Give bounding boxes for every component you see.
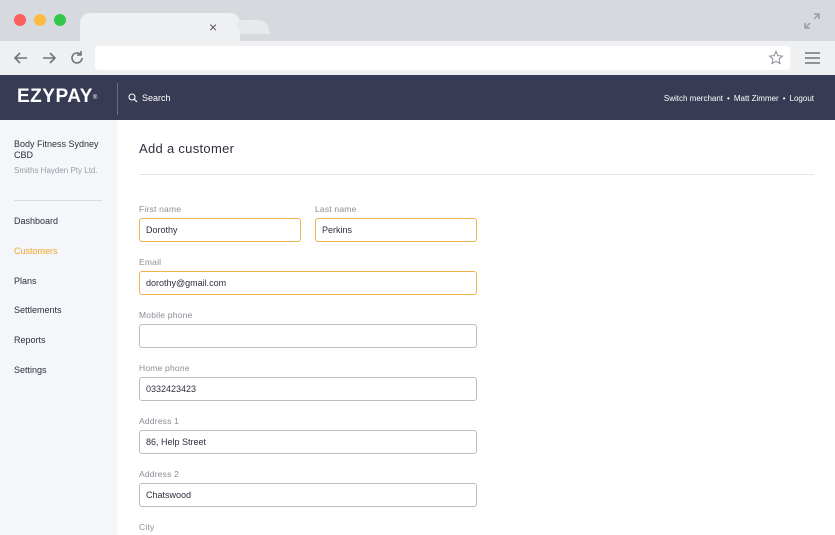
window-maximize-button[interactable] (54, 14, 66, 26)
sidebar-item-customers[interactable]: Customers (14, 245, 58, 257)
brand-registered-mark: ® (92, 95, 98, 101)
address-1-field[interactable] (139, 430, 477, 454)
address-bar[interactable] (95, 46, 790, 70)
last-name-field[interactable] (315, 218, 477, 242)
window-close-button[interactable] (14, 14, 26, 26)
logout-link[interactable]: Logout (790, 94, 814, 103)
header-separator: • (727, 94, 730, 103)
sidebar-item-plans[interactable]: Plans (14, 275, 37, 287)
email-label: Email (139, 257, 162, 267)
mobile-phone-field[interactable] (139, 324, 477, 348)
expand-icon[interactable] (803, 12, 821, 30)
city-label: City (139, 522, 155, 532)
brand-logo[interactable]: EZYPAY® (17, 87, 98, 107)
home-phone-label: Home phone (139, 363, 190, 373)
back-arrow-icon[interactable] (12, 49, 30, 67)
switch-merchant-link[interactable]: Switch merchant (664, 94, 723, 103)
email-field[interactable] (139, 271, 477, 295)
sidebar-divider (14, 200, 102, 201)
sidebar-item-reports[interactable]: Reports (14, 334, 46, 346)
star-icon[interactable] (768, 50, 784, 66)
address-1-label: Address 1 (139, 416, 180, 426)
tab-close-icon[interactable]: × (209, 18, 217, 36)
hamburger-menu-icon[interactable] (804, 50, 821, 66)
search-button[interactable]: Search (142, 92, 171, 104)
header-divider (117, 83, 118, 115)
window-minimize-button[interactable] (34, 14, 46, 26)
user-name-link[interactable]: Matt Zimmer (734, 94, 779, 103)
page-title: Add a customer (139, 141, 235, 156)
address-2-field[interactable] (139, 483, 477, 507)
reload-icon[interactable] (68, 49, 86, 67)
merchant-name: Body Fitness Sydney CBD (14, 139, 99, 160)
sidebar (0, 120, 117, 535)
home-phone-field[interactable] (139, 377, 477, 401)
sidebar-item-dashboard[interactable]: Dashboard (14, 215, 58, 227)
first-name-label: First name (139, 204, 182, 214)
last-name-label: Last name (315, 204, 357, 214)
forward-arrow-icon[interactable] (40, 49, 58, 67)
title-divider (139, 174, 814, 175)
first-name-field[interactable] (139, 218, 301, 242)
sidebar-item-settings[interactable]: Settings (14, 364, 47, 376)
header-links: Switch merchant • Matt Zimmer • Logout (664, 93, 814, 104)
header-separator: • (782, 94, 786, 103)
address-2-label: Address 2 (139, 469, 180, 479)
company-name: Smiths Hayden Pty Ltd. (14, 166, 98, 175)
search-icon[interactable] (128, 93, 138, 103)
new-tab-button[interactable] (235, 20, 271, 34)
sidebar-item-settlements[interactable]: Settlements (14, 304, 62, 316)
mobile-phone-label: Mobile phone (139, 310, 193, 320)
